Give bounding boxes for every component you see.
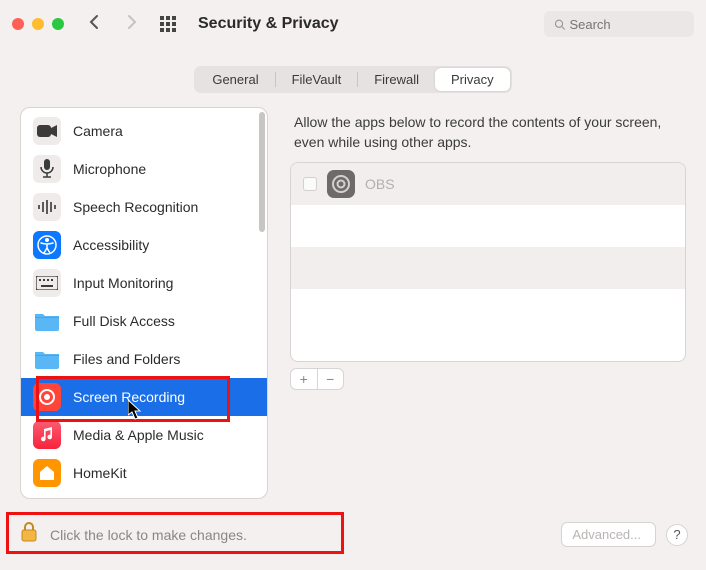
remove-app-button[interactable]: − [318,369,344,389]
sidebar-item-screen-recording[interactable]: Screen Recording [21,378,267,416]
detail-pane: Allow the apps below to record the conte… [290,107,686,499]
app-row-empty [291,247,685,289]
help-button[interactable]: ? [666,524,688,546]
obs-app-icon [327,170,355,198]
sidebar-item-input-monitoring[interactable]: Input Monitoring [21,264,267,302]
keyboard-icon [33,269,61,297]
sidebar-item-camera[interactable]: Camera [21,112,267,150]
sidebar-item-files-and-folders[interactable]: Files and Folders [21,340,267,378]
zoom-window-button[interactable] [52,18,64,30]
sidebar-item-label: Accessibility [73,237,149,253]
app-row-empty [291,205,685,247]
advanced-button[interactable]: Advanced... [561,522,656,547]
search-icon [554,18,565,31]
sidebar-item-label: Camera [73,123,123,139]
tab-general[interactable]: General [196,68,274,91]
forward-button[interactable] [118,14,144,35]
sidebar-item-microphone[interactable]: Microphone [21,150,267,188]
music-icon [33,421,61,449]
record-icon [33,383,61,411]
sidebar-item-label: HomeKit [73,465,127,481]
sidebar-item-label: Full Disk Access [73,313,175,329]
minimize-window-button[interactable] [32,18,44,30]
tab-firewall[interactable]: Firewall [358,68,435,91]
app-checkbox[interactable] [303,177,317,191]
show-all-icon[interactable] [160,16,176,32]
accessibility-icon [33,231,61,259]
microphone-icon [33,155,61,183]
footer: Click the lock to make changes. Advanced… [18,521,688,548]
privacy-category-sidebar: Camera Microphone Speech Recognition Acc… [20,107,268,499]
home-icon [33,459,61,487]
back-button[interactable] [82,14,108,35]
app-row-empty [291,289,685,331]
window-title: Security & Privacy [198,15,339,33]
folder-icon [33,307,61,335]
add-app-button[interactable]: + [291,369,318,389]
folder-icon [33,345,61,373]
app-name: OBS [365,176,395,192]
sidebar-item-label: Input Monitoring [73,275,173,291]
lock-icon[interactable] [18,521,40,548]
sidebar-item-media-apple-music[interactable]: Media & Apple Music [21,416,267,454]
sidebar-item-homekit[interactable]: HomeKit [21,454,267,492]
sidebar-item-label: Speech Recognition [73,199,198,215]
close-window-button[interactable] [12,18,24,30]
add-remove-control: + − [290,368,344,390]
toolbar: Security & Privacy [0,0,706,48]
sidebar-item-label: Files and Folders [73,351,180,367]
camera-icon [33,117,61,145]
window-controls [12,18,64,30]
sidebar-item-label: Microphone [73,161,146,177]
lock-text: Click the lock to make changes. [50,527,247,543]
sidebar-item-accessibility[interactable]: Accessibility [21,226,267,264]
search-field[interactable] [544,11,694,37]
tab-privacy[interactable]: Privacy [435,68,510,91]
sidebar-item-label: Media & Apple Music [73,427,204,443]
speech-recognition-icon [33,193,61,221]
search-input[interactable] [569,17,684,32]
tab-filevault[interactable]: FileVault [276,68,358,91]
app-list: OBS [290,162,686,362]
tab-strip: General FileVault Firewall Privacy [0,66,706,93]
app-row[interactable]: OBS [291,163,685,205]
sidebar-item-full-disk-access[interactable]: Full Disk Access [21,302,267,340]
sidebar-item-speech-recognition[interactable]: Speech Recognition [21,188,267,226]
sidebar-item-label: Screen Recording [73,389,185,405]
detail-description: Allow the apps below to record the conte… [290,107,686,162]
